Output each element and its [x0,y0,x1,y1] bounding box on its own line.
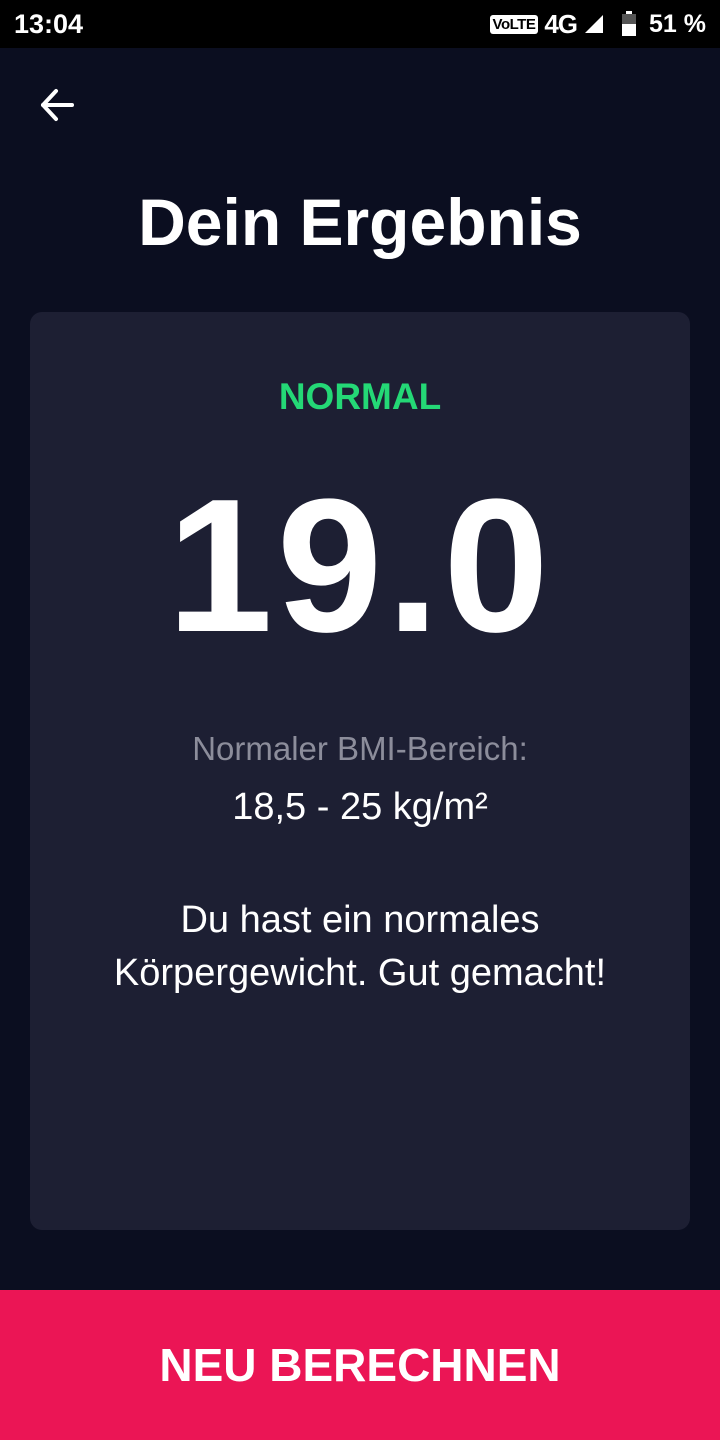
page-title: Dein Ergebnis [138,185,582,259]
arrow-left-icon [41,89,74,121]
battery-percent: 51 % [649,9,706,38]
result-message: Du hast ein normales Körpergewicht. Gut … [113,899,607,995]
status-bar: 13:04 VoLTE 4G 51 % [0,0,720,48]
result-card: NORMAL 19.0 Normaler BMI-Bereich: 18,5 -… [30,312,690,1230]
status-icons: VoLTE 4G 51 % [489,8,706,40]
back-button[interactable] [32,80,82,130]
battery-icon [622,11,637,36]
status-time: 13:04 [14,8,84,39]
volte-badge: VoLTE [489,14,539,34]
bmi-value: 19.0 [167,460,553,672]
signal-icon [585,15,604,33]
recalculate-button[interactable]: NEU BERECHNEN [0,1290,720,1440]
bmi-category: NORMAL [278,376,442,417]
range-value: 18,5 - 25 kg/m² [232,786,488,828]
network-type: 4G [544,8,578,39]
range-label: Normaler BMI-Bereich: [192,730,528,767]
